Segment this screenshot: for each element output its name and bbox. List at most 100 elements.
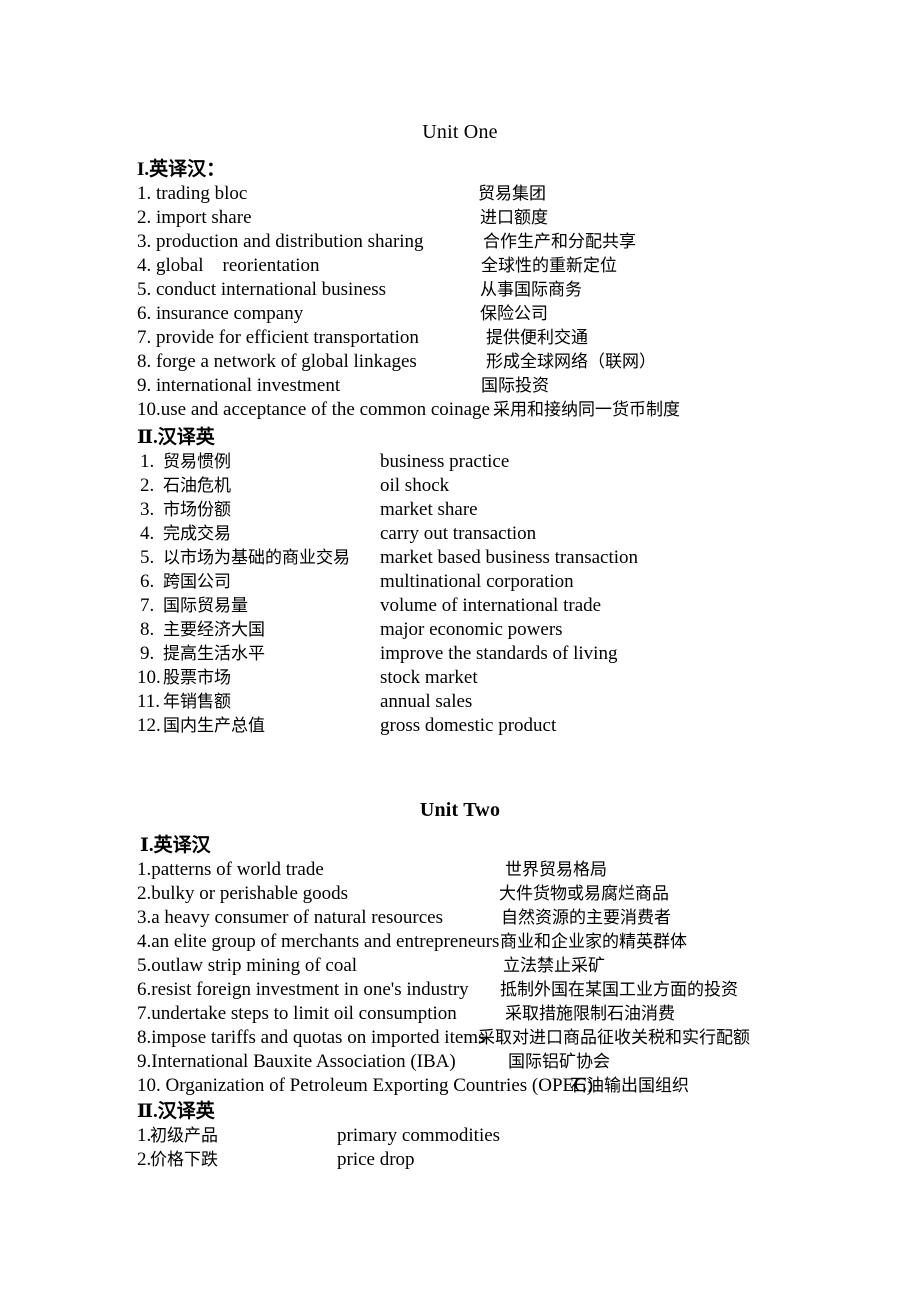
item-target: 从事国际商务 — [480, 280, 582, 300]
item-source: Organization of Petroleum Exporting Coun… — [160, 1075, 594, 1096]
list-item: 12. 国内生产总值 gross domestic product — [0, 714, 920, 738]
list-item: 2.bulky or perishable goods 大件货物或易腐烂商品 — [0, 882, 920, 906]
unit-one-block: Unit One — [0, 120, 920, 144]
unit-one-section-1-heading: I.英译汉： — [137, 159, 226, 180]
document-page: Unit One I.英译汉： 1. trading bloc 贸易集团 2. … — [0, 0, 920, 1302]
item-target: improve the standards of living — [380, 643, 618, 664]
unit-two-section-2-list: 1. 初级产品 primary commodities 2. 价格下跌 pric… — [0, 1124, 920, 1172]
item-source: 国际贸易量 — [163, 596, 248, 616]
unit-one-section-2: Ⅱ.汉译英 1. 贸易惯例 business practice 2. 石油危机 … — [0, 426, 920, 738]
item-number: 3. — [137, 231, 152, 252]
item-target: 立法禁止采矿 — [503, 956, 605, 976]
item-number: 2. — [140, 475, 155, 496]
item-target: 保险公司 — [480, 304, 548, 324]
item-number: 11. — [137, 691, 161, 712]
list-item: 9. international investment 国际投资 — [0, 374, 920, 398]
list-item: 9. 提高生活水平 improve the standards of livin… — [0, 642, 920, 666]
item-source: 市场份额 — [163, 500, 231, 520]
item-number: 7. — [140, 595, 155, 616]
unit-two-section-1-list: 1.patterns of world trade 世界贸易格局 2.bulky… — [0, 858, 920, 1098]
list-item: 8. forge a network of global linkages 形成… — [0, 350, 920, 374]
item-source: forge a network of global linkages — [156, 351, 417, 372]
item-source: 贸易惯例 — [163, 452, 231, 472]
list-item: 1. trading bloc 贸易集团 — [0, 182, 920, 206]
list-item: 6. insurance company 保险公司 — [0, 302, 920, 326]
item-target: 抵制外国在某国工业方面的投资 — [500, 980, 738, 1000]
unit-two-section-2-heading: Ⅱ.汉译英 — [137, 1101, 215, 1122]
item-source: conduct international business — [156, 279, 387, 300]
item-number: 6. — [137, 979, 152, 1000]
item-source: undertake steps to limit oil consumption — [151, 1003, 457, 1024]
item-source: bulky or perishable goods — [151, 883, 349, 904]
unit-one-section-1: I.英译汉： 1. trading bloc 贸易集团 2. import sh… — [0, 158, 920, 422]
unit-two-section-1-heading: Ⅰ.英译汉 — [140, 835, 211, 856]
list-item: 1.patterns of world trade 世界贸易格局 — [0, 858, 920, 882]
item-target: 商业和企业家的精英群体 — [500, 932, 687, 952]
item-source: 主要经济大国 — [163, 620, 265, 640]
item-target: 石油输出国组织 — [570, 1076, 689, 1096]
list-item: 4. 完成交易 carry out transaction — [0, 522, 920, 546]
item-source: 股票市场 — [163, 668, 231, 688]
list-item: 3. 市场份额 market share — [0, 498, 920, 522]
item-target: volume of international trade — [380, 595, 602, 616]
item-number: 5. — [140, 547, 155, 568]
item-source: production and distribution sharing — [156, 231, 424, 252]
list-item: 10.use and acceptance of the common coin… — [0, 398, 920, 422]
item-target: annual sales — [380, 691, 473, 712]
item-source: impose tariffs and quotas on imported it… — [151, 1027, 486, 1048]
list-item: 2. 价格下跌 price drop — [0, 1148, 920, 1172]
item-target: carry out transaction — [380, 523, 537, 544]
item-number: 1. — [137, 859, 152, 880]
item-source: 年销售额 — [163, 692, 231, 712]
item-target: market share — [380, 499, 478, 520]
item-number: 9. — [140, 643, 155, 664]
item-target: 全球性的重新定位 — [481, 256, 617, 276]
unit-one-section-2-list: 1. 贸易惯例 business practice 2. 石油危机 oil sh… — [0, 450, 920, 738]
item-target: 采取对进口商品征收关税和实行配额 — [478, 1028, 750, 1048]
item-target: 提供便利交通 — [486, 328, 588, 348]
item-target: stock market — [380, 667, 478, 688]
list-item: 2. import share 进口额度 — [0, 206, 920, 230]
item-target: 采取措施限制石油消费 — [505, 1004, 675, 1024]
item-number: 1. — [140, 451, 155, 472]
item-target: primary commodities — [337, 1125, 501, 1146]
item-target: 自然资源的主要消费者 — [501, 908, 671, 928]
list-item: 5.outlaw strip mining of coal 立法禁止采矿 — [0, 954, 920, 978]
item-number: 6. — [137, 303, 152, 324]
unit-two-section-2: Ⅱ.汉译英 1. 初级产品 primary commodities 2. 价格下… — [0, 1100, 920, 1172]
item-target: business practice — [380, 451, 510, 472]
item-number: 7. — [137, 1003, 152, 1024]
unit-one-title: Unit One — [422, 121, 498, 143]
list-item: 7. provide for efficient transportation … — [0, 326, 920, 350]
item-number: 12. — [137, 715, 161, 736]
item-number: 3. — [140, 499, 155, 520]
item-number: 8. — [140, 619, 155, 640]
item-number: 6. — [140, 571, 155, 592]
list-item: 3. production and distribution sharing 合… — [0, 230, 920, 254]
unit-one-section-1-list: 1. trading bloc 贸易集团 2. import share 进口额… — [0, 182, 920, 422]
item-source: a heavy consumer of natural resources — [151, 907, 443, 928]
list-item: 3.a heavy consumer of natural resources … — [0, 906, 920, 930]
item-number: 10. — [137, 399, 161, 420]
list-item: 7.undertake steps to limit oil consumpti… — [0, 1002, 920, 1026]
item-source: provide for efficient transportation — [156, 327, 419, 348]
item-target: 国际投资 — [481, 376, 549, 396]
item-number: 4. — [140, 523, 155, 544]
list-item: 6. 跨国公司 multinational corporation — [0, 570, 920, 594]
item-source: 提高生活水平 — [163, 644, 265, 664]
list-item: 10. Organization of Petroleum Exporting … — [0, 1074, 920, 1098]
item-number: 4. — [137, 255, 152, 276]
item-source: international investment — [156, 375, 341, 396]
item-source: 价格下跌 — [150, 1150, 218, 1170]
item-source: 石油危机 — [163, 476, 231, 496]
item-source: trading bloc — [156, 183, 248, 204]
item-source: 国内生产总值 — [163, 716, 265, 736]
list-item: 4. global reorientation 全球性的重新定位 — [0, 254, 920, 278]
item-target: major economic powers — [380, 619, 563, 640]
unit-two-block: Unit Two — [0, 798, 920, 822]
unit-two-title: Unit Two — [419, 799, 501, 821]
item-target: 世界贸易格局 — [505, 860, 607, 880]
list-item: 1. 贸易惯例 business practice — [0, 450, 920, 474]
list-item: 8. 主要经济大国 major economic powers — [0, 618, 920, 642]
item-source: 初级产品 — [150, 1126, 218, 1146]
